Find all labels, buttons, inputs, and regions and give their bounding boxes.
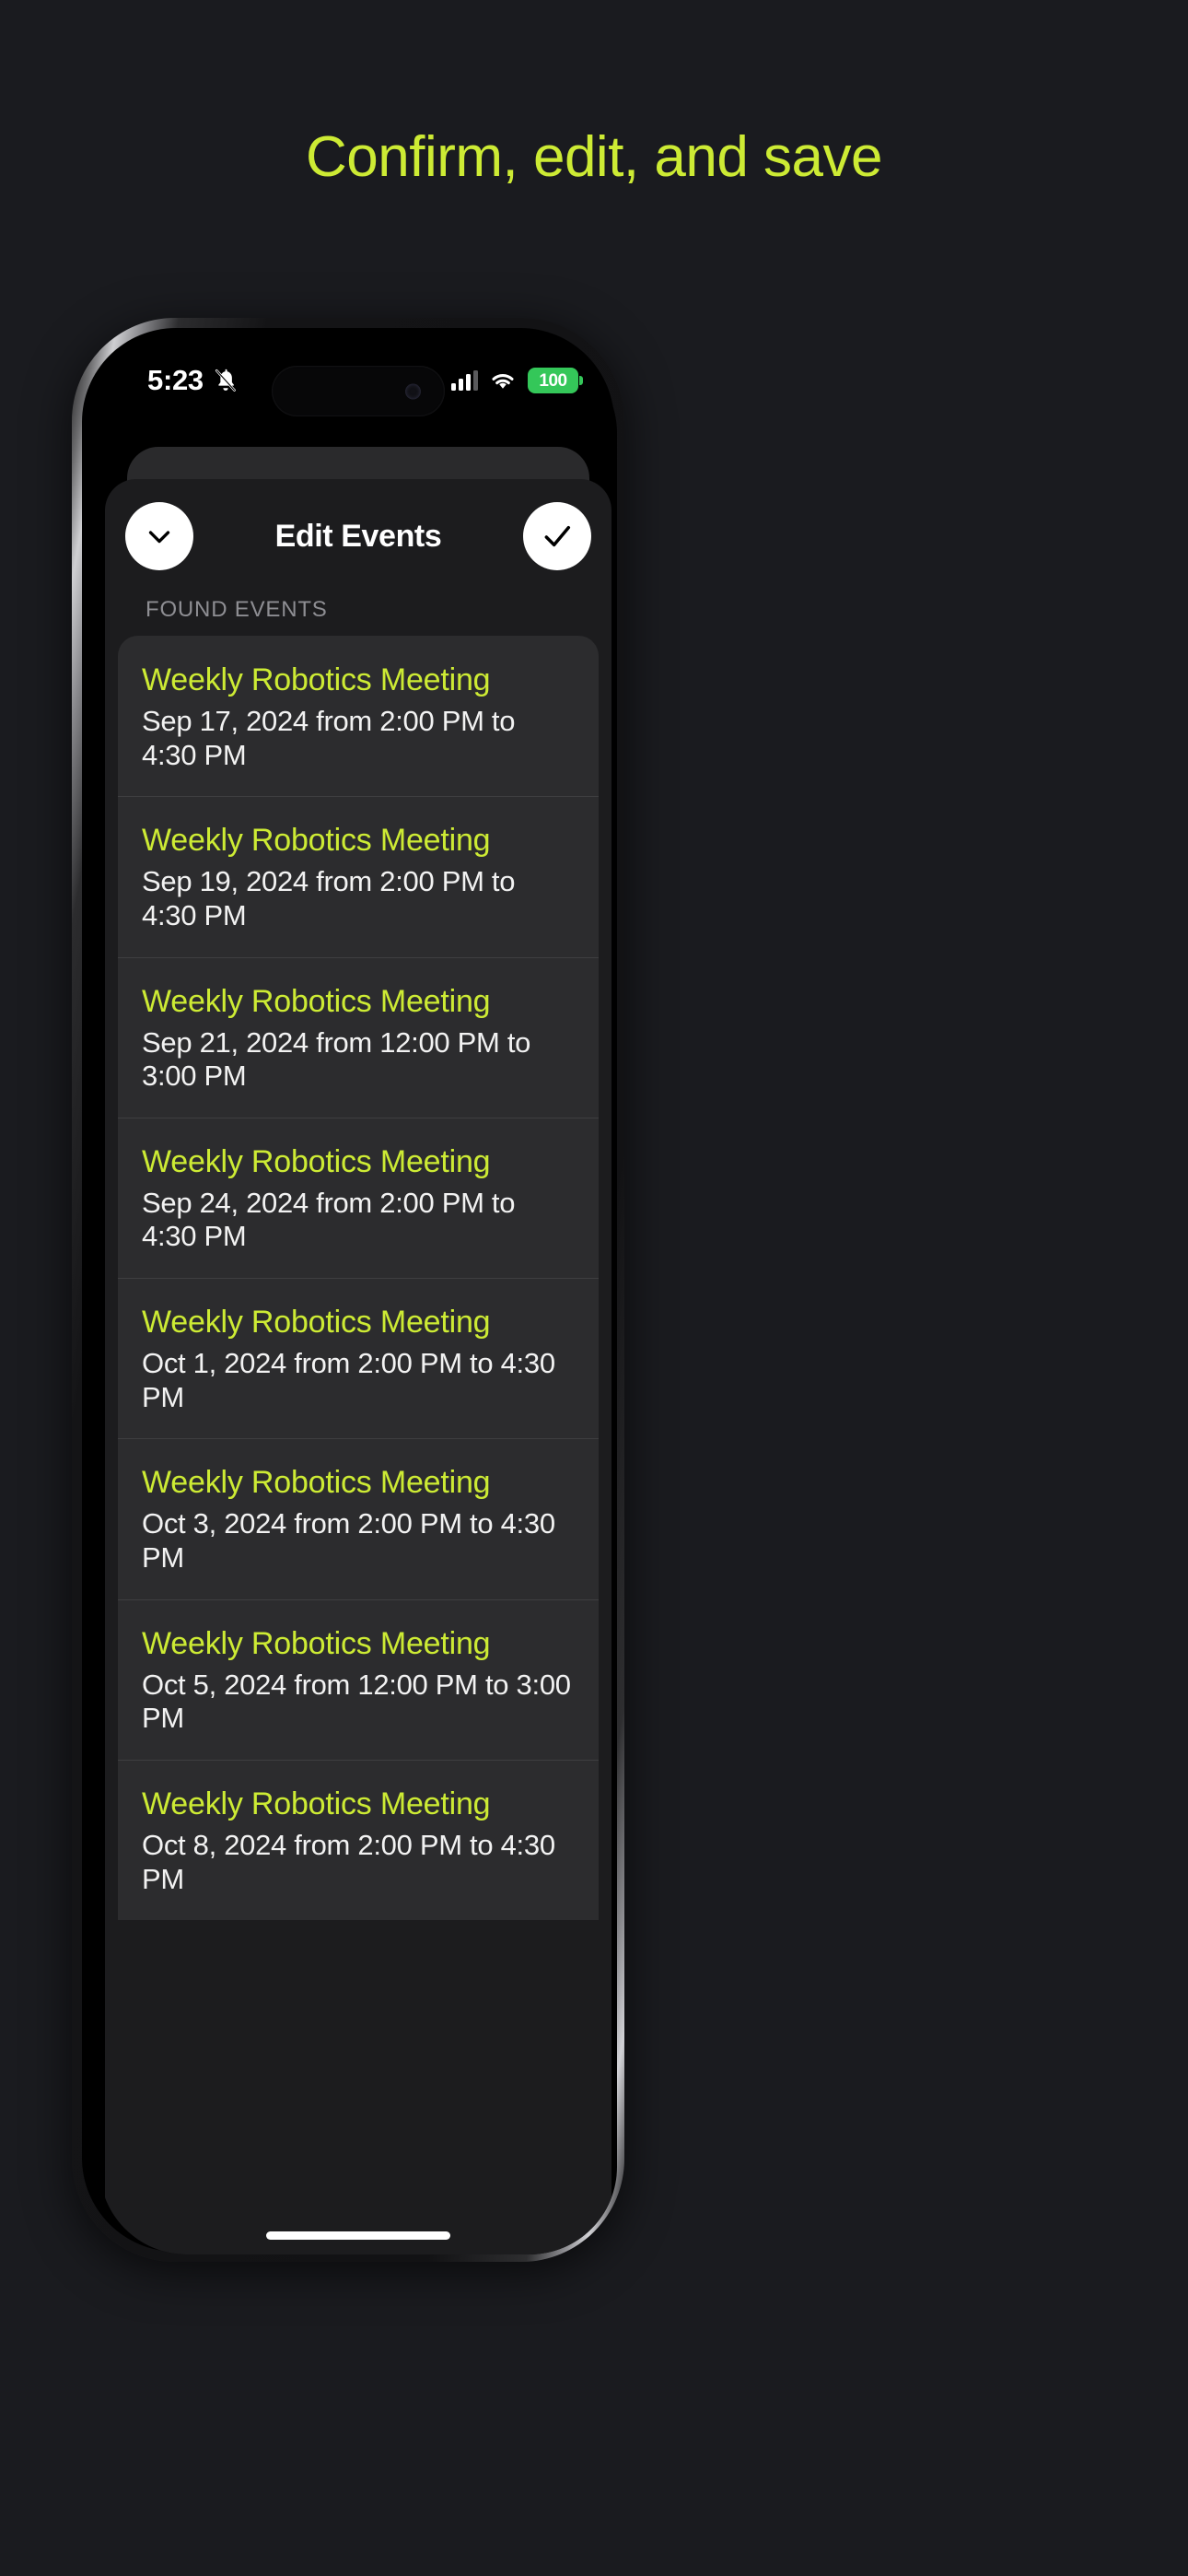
event-datetime: Oct 3, 2024 from 2:00 PM to 4:30 PM — [142, 1507, 555, 1575]
chevron-down-icon — [148, 531, 170, 544]
event-title: Weekly Robotics Meeting — [142, 1625, 491, 1661]
list-item[interactable]: Weekly Robotics Meeting Oct 8, 2024 from… — [118, 1759, 599, 1920]
battery-indicator: 100 — [528, 368, 583, 393]
phone-screen: 5:23 100 Edit Events FOUND EVENTS Weekly… — [99, 345, 617, 2254]
cellular-bars-icon — [451, 370, 478, 391]
event-datetime: Oct 8, 2024 from 2:00 PM to 4:30 PM — [142, 1828, 555, 1895]
event-title: Weekly Robotics Meeting — [142, 823, 491, 859]
event-datetime: Sep 24, 2024 from 2:00 PM to 4:30 PM — [142, 1186, 516, 1253]
event-datetime: Oct 5, 2024 from 12:00 PM to 3:00 PM — [142, 1668, 571, 1735]
list-item[interactable]: Weekly Robotics Meeting Sep 19, 2024 fro… — [118, 796, 599, 956]
home-indicator[interactable] — [266, 2231, 450, 2240]
list-item[interactable]: Weekly Robotics Meeting Oct 1, 2024 from… — [118, 1278, 599, 1438]
event-datetime: Sep 19, 2024 from 2:00 PM to 4:30 PM — [142, 865, 516, 931]
front-camera-icon — [405, 383, 421, 399]
event-datetime: Sep 21, 2024 from 12:00 PM to 3:00 PM — [142, 1025, 531, 1093]
event-title: Weekly Robotics Meeting — [142, 1143, 491, 1179]
phone-mockup: 5:23 100 Edit Events FOUND EVENTS Weekly… — [72, 318, 1117, 2262]
event-title: Weekly Robotics Meeting — [142, 1786, 491, 1821]
status-bar-left: 5:23 — [147, 366, 239, 394]
status-bar-right: 100 — [451, 368, 583, 393]
dynamic-island — [272, 366, 445, 416]
event-title: Weekly Robotics Meeting — [142, 662, 491, 697]
list-item[interactable]: Weekly Robotics Meeting Oct 5, 2024 from… — [118, 1598, 599, 1760]
event-title: Weekly Robotics Meeting — [142, 1465, 491, 1501]
page-title: Confirm, edit, and save — [305, 125, 883, 189]
status-bar-time: 5:23 — [147, 364, 204, 396]
list-item[interactable]: Weekly Robotics Meeting Oct 3, 2024 from… — [118, 1438, 599, 1598]
phone-bezel: 5:23 100 Edit Events FOUND EVENTS Weekly… — [82, 328, 617, 2254]
wifi-icon — [492, 374, 514, 389]
list-item[interactable]: Weekly Robotics Meeting Sep 17, 2024 fro… — [118, 636, 599, 796]
sheet-navbar: Edit Events — [105, 479, 611, 593]
bell-slash-icon — [215, 369, 236, 392]
event-title: Weekly Robotics Meeting — [142, 1305, 491, 1341]
edit-events-sheet: Edit Events FOUND EVENTS Weekly Robotics… — [105, 479, 611, 2254]
event-title: Weekly Robotics Meeting — [142, 983, 491, 1019]
confirm-button[interactable] — [523, 502, 591, 570]
list-item[interactable]: Weekly Robotics Meeting Sep 24, 2024 fro… — [118, 1117, 599, 1278]
checkmark-icon — [544, 525, 571, 547]
list-item[interactable]: Weekly Robotics Meeting Sep 21, 2024 fro… — [118, 956, 599, 1118]
found-events-list: Weekly Robotics Meeting Sep 17, 2024 fro… — [118, 636, 599, 1921]
section-header: FOUND EVENTS — [146, 597, 328, 622]
dismiss-button[interactable] — [125, 502, 193, 570]
event-datetime: Oct 1, 2024 from 2:00 PM to 4:30 PM — [142, 1347, 555, 1413]
battery-percent-label: 100 — [539, 370, 567, 391]
event-datetime: Sep 17, 2024 from 2:00 PM to 4:30 PM — [142, 705, 516, 771]
phone-frame: 5:23 100 Edit Events FOUND EVENTS Weekly… — [72, 318, 624, 2262]
sheet-title: Edit Events — [274, 518, 442, 554]
